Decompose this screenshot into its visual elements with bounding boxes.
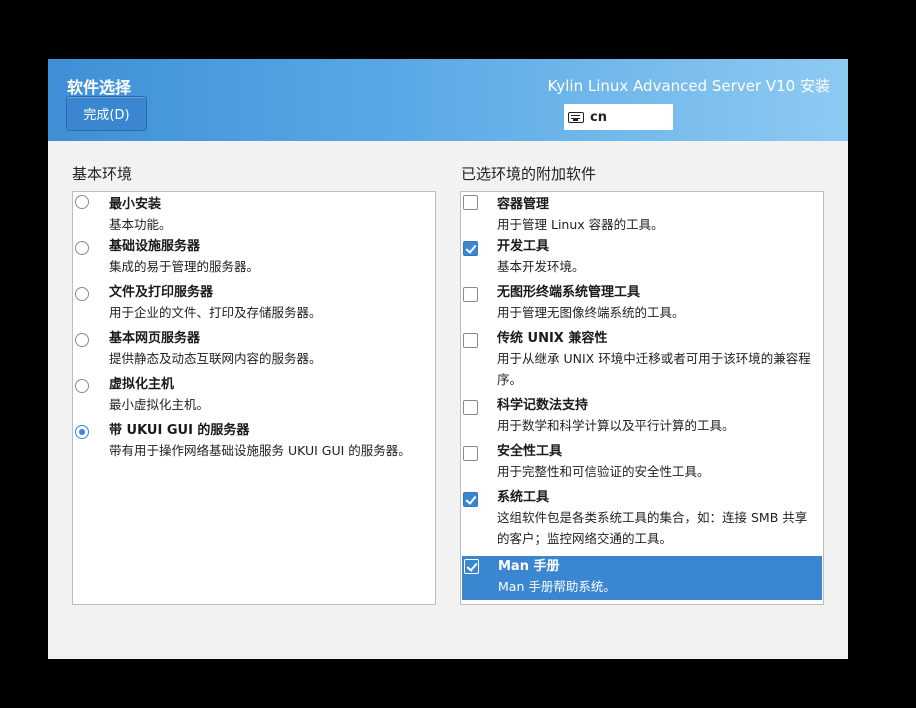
base-env-item-infrastructure[interactable]: 基础设施服务器 集成的易于管理的服务器。 [73,238,435,284]
radio-button[interactable] [75,195,89,209]
addon-item-container-management[interactable]: 容器管理 用于管理 Linux 容器的工具。 [461,192,823,238]
base-environment-list: 最小安装 基本功能。 基础设施服务器 集成的易于管理的服务器。 文件及打印服务器… [72,191,436,605]
base-env-name: 基础设施服务器 [109,239,201,254]
done-button[interactable]: 完成(D) [66,96,147,131]
checkbox[interactable] [463,195,478,210]
addon-name: Man 手册 [498,559,560,574]
base-env-desc: 用于企业的文件、打印及存储服务器。 [109,305,322,320]
checkbox[interactable] [463,400,478,415]
base-env-desc: 带有用于操作网络基础设施服务 UKUI GUI 的服务器。 [109,443,411,458]
base-env-name: 最小安装 [109,197,162,212]
base-env-desc: 提供静态及动态互联网内容的服务器。 [109,351,322,366]
addon-desc: 基本开发环境。 [497,259,585,274]
base-env-desc: 集成的易于管理的服务器。 [109,259,260,274]
addon-item-scientific[interactable]: 科学记数法支持 用于数学和科学计算以及平行计算的工具。 [461,397,823,443]
base-env-name: 虚拟化主机 [109,377,175,392]
addon-name: 系统工具 [497,490,550,505]
addons-title: 已选环境的附加软件 [461,165,597,183]
addon-item-system-tools[interactable]: 系统工具 这组软件包是各类系统工具的集合，如：连接 SMB 共享的客户；监控网络… [461,489,823,556]
keyboard-layout-indicator[interactable]: cn [564,104,673,130]
radio-button[interactable] [75,379,89,393]
base-env-item-file-print[interactable]: 文件及打印服务器 用于企业的文件、打印及存储服务器。 [73,284,435,330]
keyboard-layout-code: cn [590,109,607,125]
checkbox[interactable] [463,287,478,302]
addon-name: 传统 UNIX 兼容性 [497,331,608,346]
addon-desc: Man 手册帮助系统。 [498,579,616,594]
addon-name: 开发工具 [497,239,550,254]
addon-name: 容器管理 [497,197,550,212]
base-env-name: 带 UKUI GUI 的服务器 [109,423,250,438]
addon-desc: 用于数学和科学计算以及平行计算的工具。 [497,418,735,433]
addon-item-dev-tools[interactable]: 开发工具 基本开发环境。 [461,238,823,284]
addon-desc: 用于管理 Linux 容器的工具。 [497,217,664,232]
radio-button[interactable] [75,241,89,255]
base-env-item-minimal[interactable]: 最小安装 基本功能。 [73,192,435,238]
addons-list: 容器管理 用于管理 Linux 容器的工具。 开发工具 基本开发环境。 无图形终… [460,191,824,605]
addon-item-legacy-unix[interactable]: 传统 UNIX 兼容性 用于从继承 UNIX 环境中迁移或者可用于该环境的兼容程… [461,330,823,397]
base-env-item-ukui-gui-server[interactable]: 带 UKUI GUI 的服务器 带有用于操作网络基础设施服务 UKUI GUI … [73,422,435,468]
checkbox-checked[interactable] [463,241,478,256]
product-title: Kylin Linux Advanced Server V10 安装 [547,77,830,95]
addon-name: 无图形终端系统管理工具 [497,285,641,300]
addon-item-man-pages[interactable]: Man 手册 Man 手册帮助系统。 [462,556,822,600]
radio-button[interactable] [75,333,89,347]
radio-button[interactable] [75,287,89,301]
addon-item-headless-management[interactable]: 无图形终端系统管理工具 用于管理无图像终端系统的工具。 [461,284,823,330]
addon-name: 科学记数法支持 [497,398,589,413]
checkbox-checked[interactable] [464,559,479,574]
radio-button-selected[interactable] [75,425,89,439]
addon-desc: 用于从继承 UNIX 环境中迁移或者可用于该环境的兼容程序。 [497,351,811,387]
base-env-name: 基本网页服务器 [109,331,201,346]
addon-desc: 用于完整性和可信验证的安全性工具。 [497,464,710,479]
base-environment-title: 基本环境 [72,165,133,183]
addon-name: 安全性工具 [497,444,563,459]
base-env-item-virtualization[interactable]: 虚拟化主机 最小虚拟化主机。 [73,376,435,422]
checkbox[interactable] [463,333,478,348]
addon-item-security-tools[interactable]: 安全性工具 用于完整性和可信验证的安全性工具。 [461,443,823,489]
software-selection-window: 软件选择 完成(D) Kylin Linux Advanced Server V… [48,59,848,659]
header-bar: 软件选择 完成(D) Kylin Linux Advanced Server V… [48,59,848,141]
addon-desc: 用于管理无图像终端系统的工具。 [497,305,685,320]
base-env-desc: 基本功能。 [109,217,172,232]
base-env-item-web-server[interactable]: 基本网页服务器 提供静态及动态互联网内容的服务器。 [73,330,435,376]
page-title: 软件选择 [67,78,132,97]
base-env-name: 文件及打印服务器 [109,285,214,300]
checkbox-checked[interactable] [463,492,478,507]
keyboard-icon [568,111,584,123]
addon-desc: 这组软件包是各类系统工具的集合，如：连接 SMB 共享的客户；监控网络交通的工具… [497,510,808,546]
base-env-desc: 最小虚拟化主机。 [109,397,210,412]
checkbox[interactable] [463,446,478,461]
